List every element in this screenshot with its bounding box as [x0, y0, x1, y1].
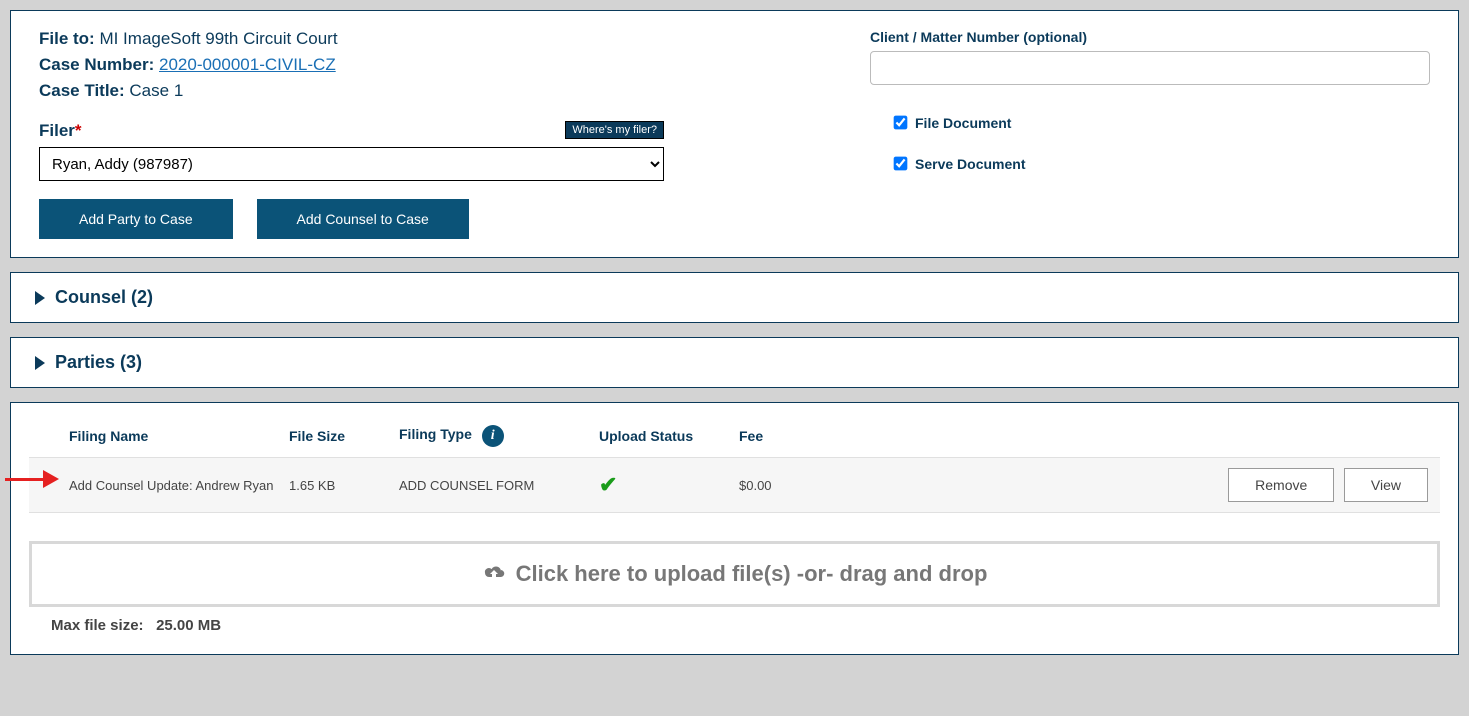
upload-dropzone[interactable]: Click here to upload file(s) -or- drag a… [29, 541, 1440, 607]
filer-select[interactable]: Ryan, Addy (987987) [39, 147, 664, 181]
parties-accordion-title: Parties (3) [55, 352, 142, 373]
filings-panel: Filing Name File Size Filing Type i Uplo… [10, 402, 1459, 655]
table-row: Add Counsel Update: Andrew Ryan 1.65 KB … [29, 457, 1440, 513]
cell-filing-name: Add Counsel Update: Andrew Ryan [29, 478, 289, 493]
counsel-accordion[interactable]: Counsel (2) [10, 272, 1459, 323]
header-filing-name: Filing Name [29, 428, 289, 444]
case-number-label: Case Number: [39, 55, 154, 74]
file-to-label: File to: [39, 29, 95, 48]
file-to-value: MI ImageSoft 99th Circuit Court [99, 29, 337, 48]
info-icon[interactable]: i [482, 425, 504, 447]
max-file-size-value: 25.00 MB [156, 617, 221, 634]
file-document-label: File Document [915, 115, 1011, 131]
remove-button[interactable]: Remove [1228, 468, 1334, 502]
case-number-line: Case Number: 2020-000001-CIVIL-CZ [39, 55, 870, 75]
wheres-my-filer-link[interactable]: Where's my filer? [565, 121, 664, 139]
check-icon: ✔ [599, 472, 617, 497]
cell-upload-status: ✔ [599, 472, 739, 498]
chevron-right-icon [35, 356, 45, 370]
case-title-value: Case 1 [129, 81, 183, 100]
max-file-size-line: Max file size: 25.00 MB [29, 617, 1440, 634]
cell-filing-type: ADD COUNSEL FORM [399, 478, 599, 493]
serve-document-checkbox[interactable] [894, 157, 908, 171]
filing-info-panel: File to: MI ImageSoft 99th Circuit Court… [10, 10, 1459, 258]
filings-header-row: Filing Name File Size Filing Type i Uplo… [29, 415, 1440, 457]
header-filing-type-text: Filing Type [399, 426, 472, 442]
filer-label-text: Filer [39, 121, 75, 140]
view-button[interactable]: View [1344, 468, 1428, 502]
client-matter-input[interactable] [870, 51, 1430, 85]
file-to-line: File to: MI ImageSoft 99th Circuit Court [39, 29, 870, 49]
upload-cloud-icon [482, 561, 506, 587]
header-fee: Fee [739, 428, 859, 444]
parties-accordion[interactable]: Parties (3) [10, 337, 1459, 388]
client-matter-label: Client / Matter Number (optional) [870, 29, 1430, 45]
header-filing-type: Filing Type i [399, 425, 599, 447]
cell-fee: $0.00 [739, 478, 859, 493]
upload-dropzone-text: Click here to upload file(s) -or- drag a… [516, 561, 988, 587]
cell-file-size: 1.65 KB [289, 478, 399, 493]
chevron-right-icon [35, 291, 45, 305]
max-file-size-label: Max file size: [51, 617, 144, 634]
counsel-accordion-title: Counsel (2) [55, 287, 153, 308]
case-title-line: Case Title: Case 1 [39, 81, 870, 101]
serve-document-label: Serve Document [915, 156, 1025, 172]
case-title-label: Case Title: [39, 81, 125, 100]
header-file-size: File Size [289, 428, 399, 444]
add-counsel-button[interactable]: Add Counsel to Case [257, 199, 469, 239]
header-upload-status: Upload Status [599, 428, 739, 444]
case-number-link[interactable]: 2020-000001-CIVIL-CZ [159, 55, 336, 74]
add-party-button[interactable]: Add Party to Case [39, 199, 233, 239]
file-document-checkbox[interactable] [894, 116, 908, 130]
